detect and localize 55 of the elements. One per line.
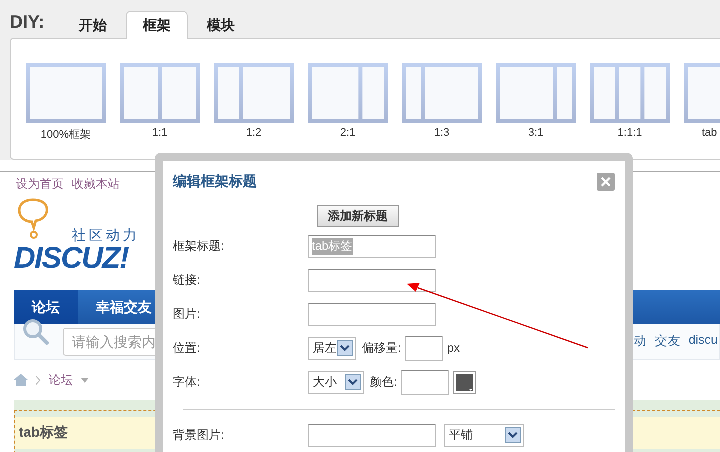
frame-label: 2:1: [340, 127, 356, 139]
caret-icon[interactable]: [81, 378, 89, 382]
logo-wordmark: DISCUZ!: [14, 245, 129, 273]
unit-label: px: [447, 341, 460, 355]
field-label: 图片:: [173, 306, 202, 322]
quick-link[interactable]: 交友: [654, 333, 681, 350]
frame-label: 3:1: [528, 127, 544, 139]
offset-label: 偏移量:: [362, 340, 402, 356]
dialog-title: 编辑框架标题: [173, 173, 257, 191]
field-label: 框架标题:: [173, 238, 226, 254]
add-title-button[interactable]: 添加新标题: [317, 205, 399, 227]
tab[interactable]: 模块: [190, 11, 252, 39]
frame-layout-icon[interactable]: [214, 63, 294, 123]
text-field[interactable]: [308, 268, 436, 292]
text-field[interactable]: [308, 302, 436, 326]
frame-label: tab: [702, 127, 718, 139]
repeat-select[interactable]: 平铺: [444, 424, 524, 446]
frame-layout-icon[interactable]: [26, 63, 106, 123]
field-value: tab标签: [312, 238, 353, 254]
color-swatch-icon[interactable]: [453, 370, 476, 394]
frame-label: 100%框架: [40, 128, 92, 142]
quick-link[interactable]: 动: [634, 333, 647, 350]
header-link[interactable]: 设为首页: [16, 176, 64, 194]
frame-label: 1:1:1: [618, 127, 642, 139]
field-label: 字体:: [173, 374, 202, 390]
diy-label: DIY:: [10, 12, 46, 34]
tab[interactable]: 开始: [62, 11, 124, 39]
header-link[interactable]: 收藏本站: [72, 176, 120, 194]
close-icon[interactable]: [597, 173, 615, 191]
frame-layout-icon[interactable]: [308, 63, 388, 123]
color-field[interactable]: [401, 370, 450, 394]
background-image-field[interactable]: [308, 424, 436, 446]
frame-layout-icon[interactable]: [402, 63, 482, 123]
font-size-select[interactable]: 大小: [308, 370, 364, 394]
frame-layout-icon[interactable]: [496, 63, 576, 123]
home-icon[interactable]: [14, 374, 28, 386]
logo-slogan: 社区动力: [72, 227, 141, 245]
quick-link[interactable]: discu: [688, 333, 718, 350]
frame-layout-icon[interactable]: [590, 63, 670, 123]
speech-bubble-icon: [16, 198, 50, 240]
breadcrumb-link[interactable]: 论坛: [49, 372, 73, 388]
chevron-icon: [36, 376, 41, 384]
search-icon[interactable]: [22, 318, 50, 346]
frame-label: 1:3: [434, 127, 450, 139]
offset-field[interactable]: [405, 336, 444, 360]
color-label: 颜色:: [370, 374, 398, 390]
position-select[interactable]: 居左: [308, 336, 356, 360]
frame-layout-icon[interactable]: [120, 63, 200, 123]
field-label: 背景图片:: [173, 426, 226, 444]
field-label: 链接:: [173, 272, 202, 288]
frame-title: tab标签: [19, 424, 68, 442]
frame-label: 1:2: [246, 127, 262, 139]
tab[interactable]: 框架: [126, 11, 188, 39]
nav-item[interactable]: 论坛: [14, 290, 78, 324]
frame-label: 1:1: [152, 127, 168, 139]
